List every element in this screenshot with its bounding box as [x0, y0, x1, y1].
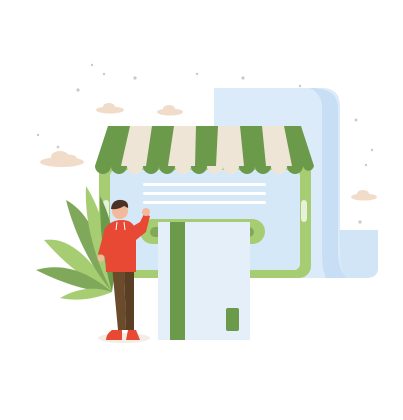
payment-card — [158, 222, 250, 340]
card-stripe — [170, 222, 185, 340]
cloud-right — [351, 190, 377, 201]
cloud-top-left — [96, 103, 124, 114]
illustration-canvas — [36, 63, 378, 343]
card-chip — [226, 308, 239, 331]
striped-awning — [95, 126, 314, 174]
cloud-left — [40, 151, 84, 167]
cloud-top-mid — [157, 105, 183, 116]
